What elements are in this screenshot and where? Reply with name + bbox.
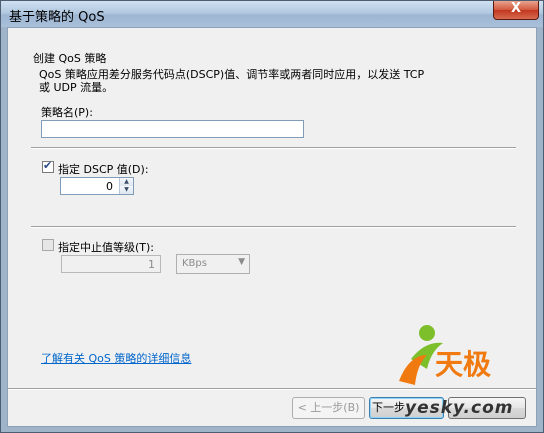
throttle-unit-value: KBps: [182, 258, 207, 269]
separator-1: [31, 147, 516, 149]
watermark-url: yesky.com: [405, 398, 514, 418]
page-description-line2: 或 UDP 流量。: [39, 81, 114, 94]
throttle-label: 指定中止值等级(T):: [58, 241, 155, 254]
policy-name-label: 策略名(P):: [41, 106, 93, 119]
close-icon: X: [510, 1, 522, 16]
dscp-label: 指定 DSCP 值(D):: [58, 163, 149, 176]
separator-2: [31, 226, 516, 228]
learn-more-link[interactable]: 了解有关 QoS 策略的详细信息: [41, 350, 191, 366]
back-button[interactable]: < 上一步(B): [292, 397, 365, 419]
page-heading: 创建 QoS 策略: [33, 52, 107, 65]
watermark-text: 天极: [435, 348, 491, 381]
spin-down-icon[interactable]: ▼: [119, 186, 133, 194]
spin-up-icon[interactable]: ▲: [119, 178, 133, 186]
throttle-checkbox[interactable]: [42, 239, 54, 251]
dscp-value-spinner[interactable]: 0 ▲ ▼: [60, 177, 134, 195]
policy-name-input[interactable]: [41, 120, 304, 138]
dscp-checkbox[interactable]: [42, 159, 54, 173]
dialog-window: 基于策略的 QoS X 创建 QoS 策略 QoS 策略应用差分服务代码点(DS…: [0, 0, 544, 433]
close-button[interactable]: X: [493, 1, 539, 20]
title-bar: 基于策略的 QoS X: [1, 1, 543, 27]
window-title: 基于策略的 QoS: [9, 10, 105, 25]
dscp-value: 0: [106, 180, 113, 193]
yesky-watermark-logo: 天极: [399, 325, 491, 385]
throttle-value-spinner[interactable]: 1: [61, 255, 161, 273]
chevron-down-icon: ▼: [238, 257, 245, 267]
throttle-value: 1: [148, 258, 155, 271]
throttle-unit-select[interactable]: KBps ▼: [176, 254, 250, 274]
